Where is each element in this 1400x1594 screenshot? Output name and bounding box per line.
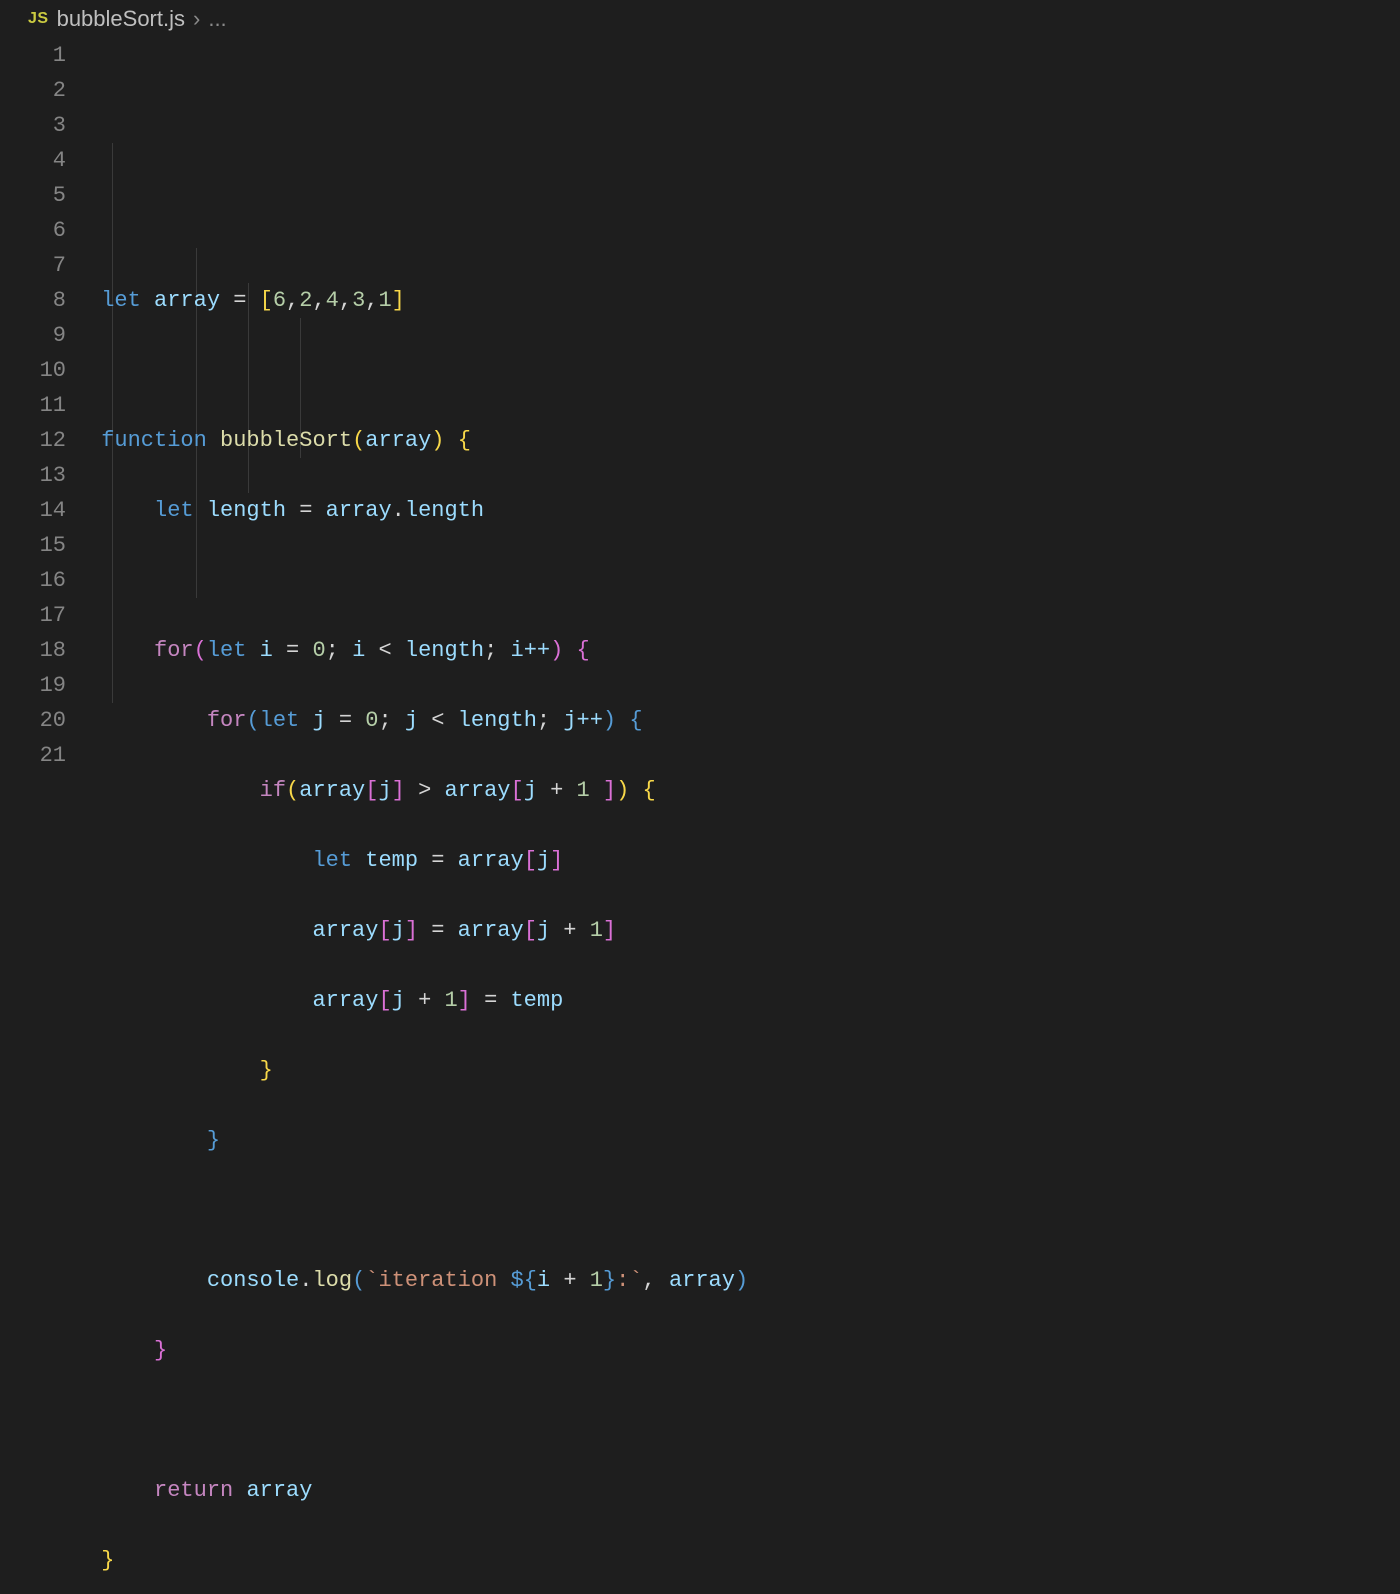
code-line bbox=[88, 563, 748, 598]
code-line: } bbox=[88, 1123, 748, 1158]
line-number: 17 bbox=[0, 598, 66, 633]
line-number: 21 bbox=[0, 738, 66, 773]
line-number: 11 bbox=[0, 388, 66, 423]
code-line: let array = [6,2,4,3,1] bbox=[88, 283, 748, 318]
code-line: let temp = array[j] bbox=[88, 843, 748, 878]
code-line bbox=[88, 1193, 748, 1228]
line-number: 9 bbox=[0, 318, 66, 353]
line-number: 2 bbox=[0, 73, 66, 108]
line-number: 13 bbox=[0, 458, 66, 493]
line-number: 12 bbox=[0, 423, 66, 458]
line-number: 4 bbox=[0, 143, 66, 178]
line-number: 19 bbox=[0, 668, 66, 703]
code-line: for(let j = 0; j < length; j++) { bbox=[88, 703, 748, 738]
line-number: 3 bbox=[0, 108, 66, 143]
code-line: } bbox=[88, 1053, 748, 1088]
line-number: 5 bbox=[0, 178, 66, 213]
code-line: function bubbleSort(array) { bbox=[88, 423, 748, 458]
code-line: return array bbox=[88, 1473, 748, 1508]
line-number: 7 bbox=[0, 248, 66, 283]
line-number: 8 bbox=[0, 283, 66, 318]
chevron-right-icon: › bbox=[193, 6, 200, 32]
code-line: let length = array.length bbox=[88, 493, 748, 528]
code-line bbox=[88, 1403, 748, 1438]
breadcrumb-rest[interactable]: ... bbox=[208, 6, 226, 32]
line-number: 16 bbox=[0, 563, 66, 598]
line-number: 18 bbox=[0, 633, 66, 668]
line-number: 6 bbox=[0, 213, 66, 248]
code-line: console.log(`iteration ${i + 1}:`, array… bbox=[88, 1263, 748, 1298]
code-line: } bbox=[88, 1333, 748, 1368]
line-number: 14 bbox=[0, 493, 66, 528]
code-line: if(array[j] > array[j + 1 ]) { bbox=[88, 773, 748, 808]
code-line bbox=[88, 353, 748, 388]
code-line: } bbox=[88, 1543, 748, 1578]
breadcrumb[interactable]: JS bubbleSort.js › ... bbox=[0, 0, 1400, 38]
file-js-icon: JS bbox=[28, 10, 49, 28]
line-number: 15 bbox=[0, 528, 66, 563]
code-line: for(let i = 0; i < length; i++) { bbox=[88, 633, 748, 668]
line-number: 20 bbox=[0, 703, 66, 738]
code-line: array[j] = array[j + 1] bbox=[88, 913, 748, 948]
code-content[interactable]: let array = [6,2,4,3,1] function bubbleS… bbox=[88, 38, 748, 1594]
line-number: 10 bbox=[0, 353, 66, 388]
line-number: 1 bbox=[0, 38, 66, 73]
breadcrumb-filename[interactable]: bubbleSort.js bbox=[57, 6, 185, 32]
code-editor[interactable]: 1 2 3 4 5 6 7 8 9 10 11 12 13 14 15 16 1… bbox=[0, 38, 1400, 1594]
line-number-gutter: 1 2 3 4 5 6 7 8 9 10 11 12 13 14 15 16 1… bbox=[0, 38, 88, 1594]
code-line: array[j + 1] = temp bbox=[88, 983, 748, 1018]
